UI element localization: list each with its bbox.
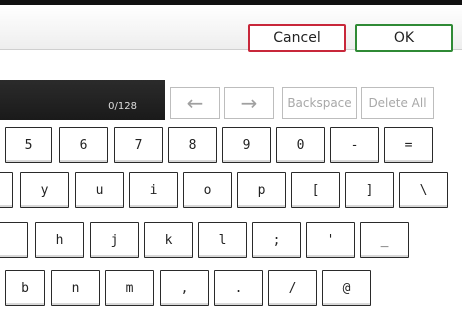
cursor-right-button[interactable]: → bbox=[224, 87, 274, 119]
key-o[interactable]: o bbox=[183, 172, 232, 208]
delete-all-button[interactable]: Delete All bbox=[361, 87, 434, 119]
key-l[interactable]: l bbox=[198, 222, 247, 258]
key-u[interactable]: u bbox=[75, 172, 124, 208]
key-left-bracket[interactable]: [ bbox=[291, 172, 340, 208]
key-h[interactable]: h bbox=[35, 222, 84, 258]
key-n[interactable]: n bbox=[51, 270, 100, 306]
key-at[interactable]: @ bbox=[322, 270, 371, 306]
backspace-button[interactable]: Backspace bbox=[282, 87, 357, 119]
key-8[interactable]: 8 bbox=[168, 127, 217, 163]
key-7[interactable]: 7 bbox=[114, 127, 163, 163]
key-6[interactable]: 6 bbox=[59, 127, 108, 163]
ok-button[interactable]: OK bbox=[355, 24, 453, 52]
key-k[interactable]: k bbox=[144, 222, 193, 258]
left-arrow-icon: ← bbox=[186, 91, 204, 115]
top-bar: Cancel OK bbox=[0, 0, 462, 52]
key-minus[interactable]: - bbox=[330, 127, 379, 163]
key-backslash[interactable]: \ bbox=[399, 172, 448, 208]
key-slash[interactable]: / bbox=[268, 270, 317, 306]
key-right-bracket[interactable]: ] bbox=[345, 172, 394, 208]
key-i[interactable]: i bbox=[129, 172, 178, 208]
cancel-button[interactable]: Cancel bbox=[248, 24, 346, 52]
key-g-partial[interactable] bbox=[0, 222, 28, 258]
key-m[interactable]: m bbox=[105, 270, 154, 306]
key-comma[interactable]: , bbox=[160, 270, 209, 306]
key-equals[interactable]: = bbox=[384, 127, 433, 163]
key-5[interactable]: 5 bbox=[5, 127, 52, 163]
key-p[interactable]: p bbox=[237, 172, 286, 208]
key-0[interactable]: 0 bbox=[276, 127, 325, 163]
right-arrow-icon: → bbox=[240, 91, 258, 115]
key-b[interactable]: b bbox=[5, 270, 45, 306]
character-counter: 0/128 bbox=[108, 101, 137, 112]
key-semicolon[interactable]: ; bbox=[252, 222, 301, 258]
key-t-partial[interactable] bbox=[0, 172, 13, 208]
cursor-left-button[interactable]: ← bbox=[170, 87, 220, 119]
key-apostrophe[interactable]: ' bbox=[306, 222, 355, 258]
key-underscore[interactable]: _ bbox=[360, 222, 409, 258]
key-j[interactable]: j bbox=[90, 222, 139, 258]
key-period[interactable]: . bbox=[214, 270, 263, 306]
text-input-display[interactable]: 0/128 bbox=[0, 80, 165, 120]
key-9[interactable]: 9 bbox=[222, 127, 271, 163]
key-y[interactable]: y bbox=[20, 172, 69, 208]
